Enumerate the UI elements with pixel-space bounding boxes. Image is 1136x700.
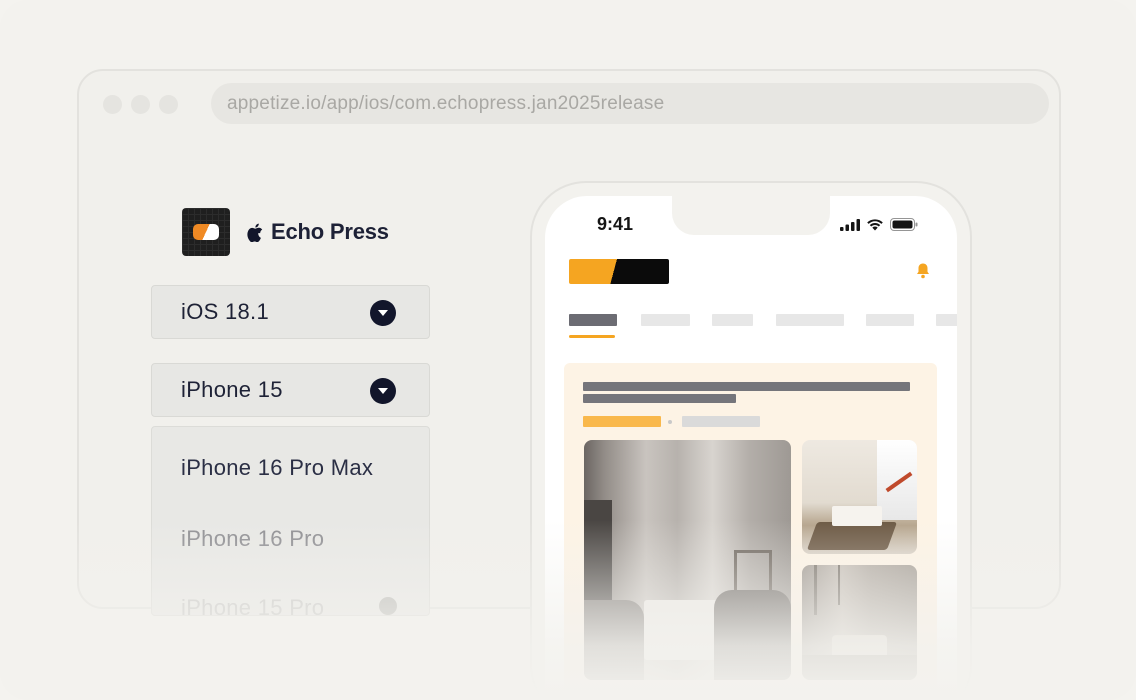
status-time: 9:41 <box>597 214 634 234</box>
app-logo-icon <box>182 208 230 256</box>
tab-item[interactable] <box>866 314 914 326</box>
bell-icon[interactable] <box>916 263 930 279</box>
address-bar[interactable]: appetize.io/app/ios/com.echopress.jan202… <box>211 83 1049 124</box>
window-minimize-dot[interactable] <box>131 95 150 114</box>
tab-item[interactable] <box>776 314 844 326</box>
chevron-down-icon <box>370 378 396 404</box>
category-placeholder <box>583 416 661 427</box>
meta-placeholder <box>682 416 760 427</box>
phone-screen: 9:41 <box>545 196 957 700</box>
active-tab-indicator <box>569 335 615 338</box>
tab-item[interactable] <box>569 314 617 326</box>
app-header: Echo Press <box>182 208 389 256</box>
featured-image[interactable] <box>584 440 791 680</box>
os-version-select[interactable]: iOS 18.1 <box>151 285 430 339</box>
wifi-icon <box>867 219 883 231</box>
headline-placeholder <box>583 394 736 403</box>
device-value: iPhone 15 <box>181 377 283 402</box>
device-option[interactable]: iPhone 15 Pro <box>181 595 324 615</box>
window-maximize-dot[interactable] <box>159 95 178 114</box>
url-text: appetize.io/app/ios/com.echopress.jan202… <box>227 92 665 114</box>
check-icon <box>379 597 397 615</box>
device-option[interactable]: iPhone 16 Pro Max <box>181 455 373 481</box>
headline-placeholder <box>583 382 910 391</box>
status-icons <box>840 218 918 231</box>
device-option[interactable]: iPhone 16 Pro <box>181 526 324 552</box>
tab-item[interactable] <box>641 314 690 326</box>
window-close-dot[interactable] <box>103 95 122 114</box>
battery-icon <box>890 218 918 231</box>
os-version-value: iOS 18.1 <box>181 299 270 324</box>
hero-card: appetize.io/app/ios/com.echopress.jan202… <box>0 0 1136 700</box>
article-image[interactable] <box>802 565 917 680</box>
signal-icon <box>840 218 860 231</box>
apple-icon <box>247 223 263 242</box>
tab-item[interactable] <box>936 314 957 326</box>
window-controls <box>103 95 178 114</box>
app-name: Echo Press <box>271 219 389 244</box>
tab-item[interactable] <box>712 314 753 326</box>
brand-logo <box>569 259 669 284</box>
article-image[interactable] <box>802 440 917 554</box>
device-select[interactable]: iPhone 15 <box>151 363 430 417</box>
phone-notch <box>672 196 830 235</box>
device-dropdown-menu: iPhone 16 Pro Max iPhone 16 Pro iPhone 1… <box>151 426 430 616</box>
chevron-down-icon <box>370 300 396 326</box>
featured-article-card[interactable] <box>564 363 937 700</box>
separator-dot <box>668 420 672 424</box>
